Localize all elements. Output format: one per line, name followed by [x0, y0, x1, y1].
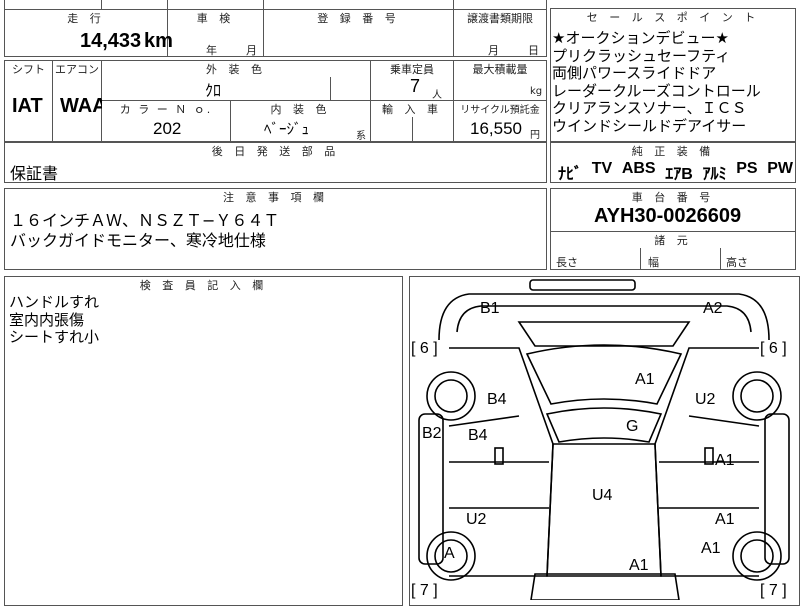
sales-points-header: セ ー ル ス ポ イ ン ト	[551, 9, 795, 25]
damage-mark-u2-rear: U2	[466, 511, 487, 528]
recycle-header: リサイクル預託金	[454, 101, 546, 116]
damage-mark-b2: B2	[422, 425, 442, 442]
damage-mark-a-left: A	[444, 545, 455, 562]
damage-mark-a1-right-door-2: A1	[715, 511, 735, 528]
equipment-list: ﾅﾋﾞ TV ABS ｴｱB ｱﾙﾐ PS PW	[558, 160, 793, 184]
sales-points-list: ★オークションデビュー★ プリクラッシュセーフティ 両側パワースライドドア レー…	[552, 29, 761, 136]
damage-mark-a1-rear: A1	[629, 557, 649, 574]
sales-point-item: レーダークルーズコントロール	[552, 81, 761, 100]
sales-point-item: プリクラッシュセーフティ	[552, 46, 731, 65]
interior-color-value: ﾍﾞｰｼﾞｭ	[264, 120, 310, 138]
tire-front-left: [ 6 ]	[411, 340, 438, 357]
inspector-header: 検 査 員 記 入 欄	[5, 277, 402, 293]
damage-mark-a1-right-fender: A1	[701, 540, 721, 557]
divider	[720, 246, 721, 270]
mileage-unit: km	[144, 30, 173, 52]
tire-rear-left: [ 7 ]	[411, 582, 438, 599]
transfer-day: 日	[528, 44, 539, 57]
exterior-color-value: ｸﾛ	[205, 81, 222, 100]
divider	[453, 0, 454, 57]
equipment-item: TV	[591, 160, 613, 177]
mileage-value: 14,433	[80, 30, 142, 52]
inspection-year: 年	[206, 44, 217, 57]
damage-mark-a2: A2	[703, 300, 723, 317]
seats-value: 7	[410, 76, 421, 96]
tire-rear-right: [ 7 ]	[760, 582, 787, 599]
sales-point-item: クリアランスソナー、ＩＣＳ	[552, 99, 747, 118]
tire-front-right: [ 6 ]	[760, 340, 787, 357]
transfer-month: 月	[488, 44, 499, 57]
divider	[101, 0, 102, 9]
damage-mark-b1: B1	[480, 300, 500, 317]
later-parts-value: 保証書	[10, 164, 59, 183]
shift-value: IAT	[12, 95, 43, 117]
notes-header: 注 意 事 項 欄	[5, 189, 546, 205]
inspector-line: シートすれ小	[9, 328, 100, 346]
recycle-value: 16,550	[470, 119, 522, 138]
transfer-deadline-header: 譲渡書類期限	[454, 10, 546, 26]
inspector-lines: ハンドルすれ 室内内張傷 シートすれ小	[9, 293, 100, 347]
color-no-header: カ ラ ー Ｎ ｏ.	[102, 101, 230, 117]
interior-color-suffix: 系	[356, 131, 366, 142]
damage-mark-a1-hood: A1	[635, 371, 655, 388]
chassis-number: AYH30-0026609	[594, 205, 742, 227]
divider	[640, 246, 641, 270]
divider	[263, 0, 264, 57]
inspection-month: 月	[246, 44, 257, 57]
inspection-header: 車 検	[168, 10, 263, 26]
length-label: 長さ	[556, 256, 578, 269]
equipment-item: ﾅﾋﾞ	[558, 166, 583, 183]
sales-point-item: 両側パワースライドドア	[552, 64, 717, 83]
import-header: 輸 入 車	[371, 101, 453, 117]
damage-mark-g: G	[626, 418, 639, 435]
interior-color-header: 内 装 色	[231, 101, 370, 117]
damage-mark-u4: U4	[592, 487, 613, 504]
equipment-header: 純 正 装 備	[551, 143, 795, 159]
exterior-color-header: 外 装 色	[102, 61, 370, 77]
sales-point-item: ★オークションデビュー★	[552, 29, 729, 47]
seats-header: 乗車定員	[371, 61, 453, 77]
dimensions-header: 諸 元	[551, 232, 795, 248]
damage-mark-b4-door: B4	[468, 427, 488, 444]
notes-line-2: バックガイドモニター、寒冷地仕様	[10, 231, 266, 250]
max-load-header: 最大積載量	[454, 61, 546, 77]
damage-mark-u2-right: U2	[695, 391, 716, 408]
aircon-header: エアコン	[53, 61, 101, 77]
equipment-item: PW	[767, 160, 793, 177]
later-parts-header: 後 日 発 送 部 品	[5, 143, 546, 159]
sales-point-item: ウインドシールドデアイサー	[552, 116, 747, 135]
aircon-value: WAA	[60, 95, 107, 117]
width-label: 幅	[648, 256, 659, 269]
equipment-item: ｱﾙﾐ	[702, 166, 727, 183]
damage-mark-b4-front: B4	[487, 391, 507, 408]
shift-header: シフト	[5, 61, 52, 77]
max-load-unit: kg	[530, 86, 543, 97]
damage-mark-a1-right-door: A1	[715, 452, 735, 469]
equipment-item: ｴｱB	[665, 166, 693, 183]
divider	[412, 114, 413, 142]
equipment-item: ABS	[621, 160, 656, 177]
equipment-item: PS	[736, 160, 758, 177]
height-label: 高さ	[726, 256, 748, 269]
recycle-unit: 円	[530, 130, 540, 141]
registration-header: 登 録 番 号	[264, 10, 453, 26]
divider	[330, 74, 331, 100]
chassis-header: 車 台 番 号	[551, 189, 795, 205]
seats-unit: 人	[432, 90, 442, 101]
inspector-line: 室内内張傷	[9, 310, 85, 329]
color-no-value: 202	[153, 119, 182, 138]
mileage-header: 走 行	[5, 10, 167, 26]
inspector-line: ハンドルすれ	[9, 293, 100, 311]
